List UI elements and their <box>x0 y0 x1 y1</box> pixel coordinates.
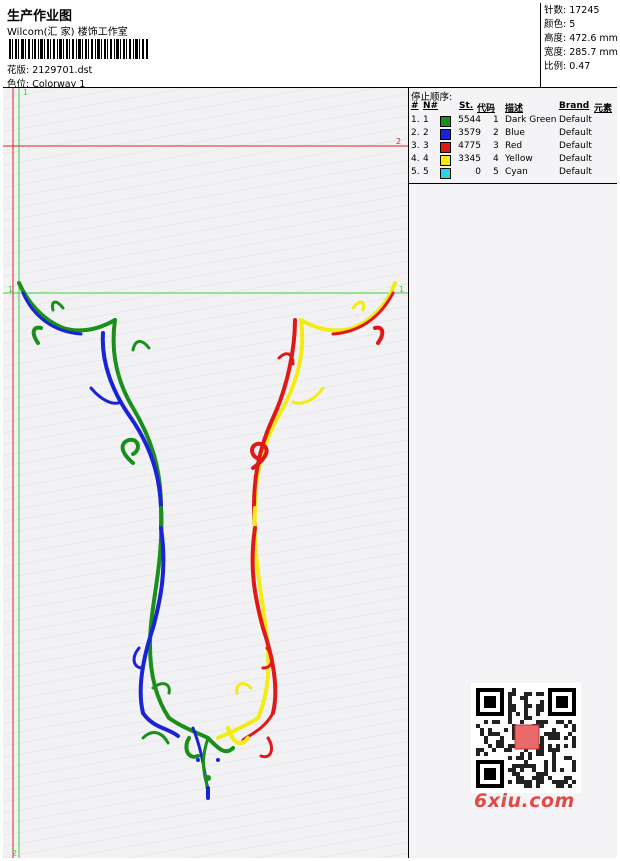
stop-row: 2. 2 3579 2 Blue Default <box>409 128 617 141</box>
stop-row-code: 2 <box>493 128 499 138</box>
design-stats: 针数: 17245 颜色: 5 高度: 472.6 mm 宽度: 285.7 mm 比例… <box>540 3 618 88</box>
stat-height: 高度: 472.6 mm <box>544 33 618 44</box>
stop-row-needle: 3 <box>423 141 429 151</box>
embroidery-artwork: 1 2 1 1 2 <box>3 88 408 858</box>
stop-row: 5. 5 0 5 Cyan Default <box>409 167 617 180</box>
right-vine <box>216 281 397 759</box>
guide-label-top: 1 <box>23 88 28 97</box>
company-name: Wilcom(汇 家) 楼饰工作室 <box>7 27 128 38</box>
stop-row-brand: Default <box>559 141 592 151</box>
design-label: 花版: <box>7 65 30 76</box>
stop-row-index: 3. <box>411 141 420 151</box>
stop-row-description: Cyan <box>505 167 528 177</box>
stat-stitches: 针数: 17245 <box>544 5 600 16</box>
stop-row-index: 1. <box>411 115 420 125</box>
stop-row-needle: 1 <box>423 115 429 125</box>
color-swatch <box>440 116 451 127</box>
qr-code <box>471 683 581 793</box>
stop-row-index: 5. <box>411 167 420 177</box>
stop-row-stitches: 3345 <box>458 154 481 164</box>
stop-row-description: Dark Green <box>505 115 557 125</box>
stop-row-code: 3 <box>493 141 499 151</box>
stat-scale: 比例: 0.47 <box>544 61 591 72</box>
stop-sequence-table: 停止顺序: # N# St. 代码 描述 Brand 元素 1. 1 5544 1 Da… <box>409 88 617 184</box>
color-swatch <box>440 142 451 153</box>
qr-code-image <box>476 688 576 788</box>
design-file: 花版: 2129701.dst <box>7 62 92 76</box>
stop-table-header: # N# St. 代码 描述 Brand 元素 <box>411 101 613 114</box>
guide-label-red: 2 <box>396 137 401 146</box>
stop-row-stitches: 4775 <box>458 141 481 151</box>
stop-row-index: 4. <box>411 154 420 164</box>
design-value: 2129701.dst <box>32 65 93 76</box>
stat-colors: 颜色: 5 <box>544 19 576 30</box>
guide-label-green-left: 1 <box>8 285 13 294</box>
worksheet-header: 生产作业图 Wilcom(汇 家) 楼饰工作室 花版: 2129701.dst … <box>3 3 618 90</box>
stop-row-description: Yellow <box>505 154 533 164</box>
left-vine <box>17 281 235 795</box>
stop-row-brand: Default <box>559 115 592 125</box>
stop-row-index: 2. <box>411 128 420 138</box>
site-watermark: 6xiu.com <box>474 790 575 812</box>
stop-row-stitches: 5544 <box>458 115 481 125</box>
color-swatch <box>440 129 451 140</box>
stop-row-stitches: 0 <box>475 167 481 177</box>
stat-width: 宽度: 285.7 mm <box>544 47 618 58</box>
barcode <box>9 39 148 59</box>
stop-row-needle: 2 <box>423 128 429 138</box>
stop-row-code: 4 <box>493 154 499 164</box>
stop-row-description: Red <box>505 141 523 151</box>
embroidery-preview: 1 2 1 1 2 <box>3 88 409 858</box>
worksheet-title: 生产作业图 <box>7 9 73 24</box>
stop-row-code: 1 <box>493 115 499 125</box>
stop-row-brand: Default <box>559 154 592 164</box>
stop-row-needle: 5 <box>423 167 429 177</box>
stop-row: 1. 1 5544 1 Dark Green Default <box>409 115 617 128</box>
stop-row-needle: 4 <box>423 154 429 164</box>
stop-row-brand: Default <box>559 128 592 138</box>
color-swatch <box>440 155 451 166</box>
stop-row: 3. 3 4775 3 Red Default <box>409 141 617 154</box>
stop-row: 4. 4 3345 4 Yellow Default <box>409 154 617 167</box>
stop-row-brand: Default <box>559 167 592 177</box>
guide-label-green-right: 1 <box>399 285 404 294</box>
color-swatch <box>440 168 451 179</box>
stop-row-description: Blue <box>505 128 525 138</box>
stop-row-code: 5 <box>493 167 499 177</box>
guide-label-bottom: 2 <box>12 849 17 858</box>
stop-row-stitches: 3579 <box>458 128 481 138</box>
